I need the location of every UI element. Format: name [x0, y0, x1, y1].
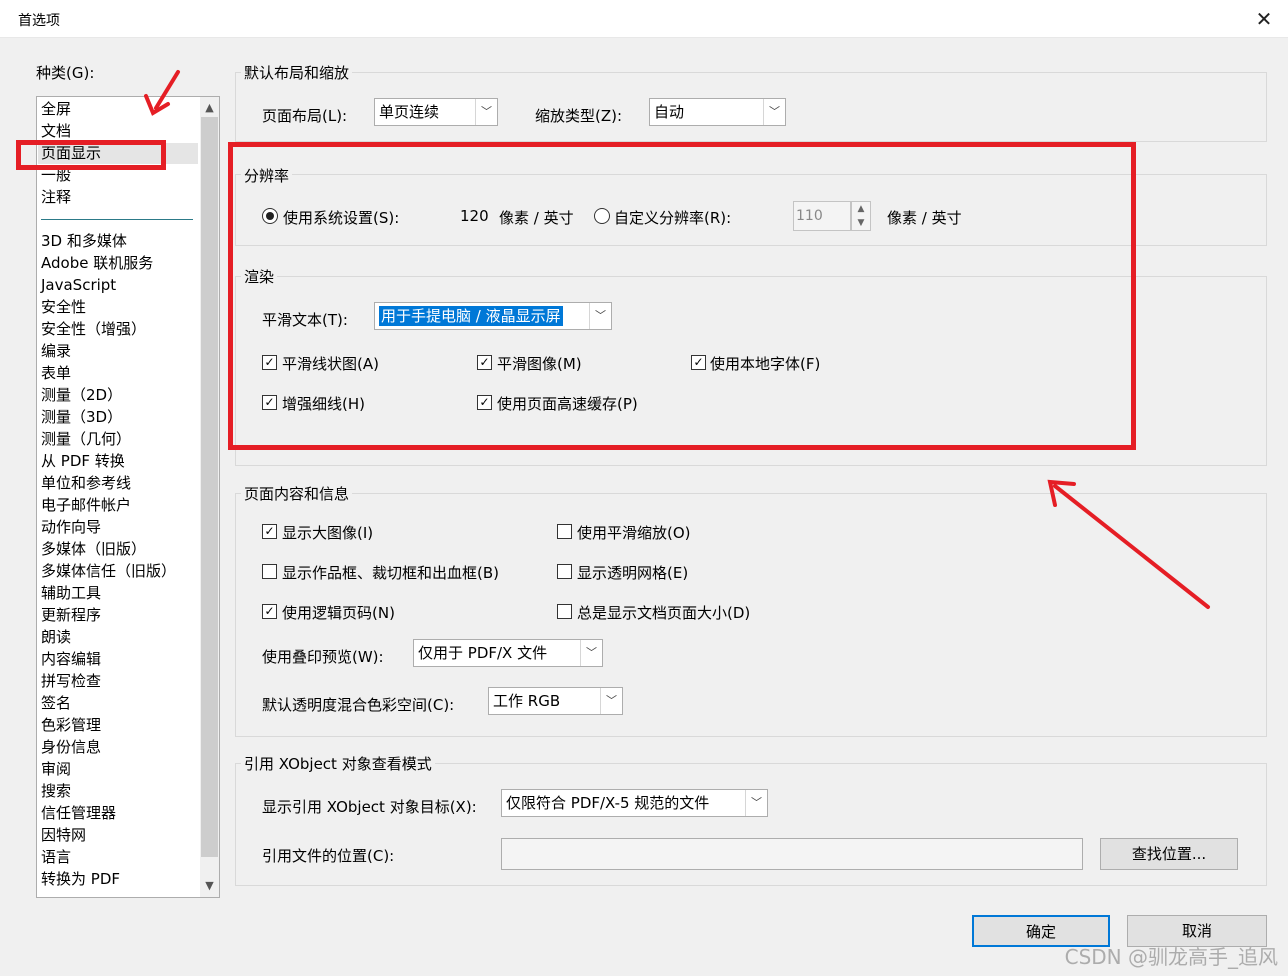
preferences-dialog: 首选项 ✕ 种类(G): 全屏 文档 页面显示 一般 注释 3D 和多媒体 Ad…	[0, 0, 1288, 976]
watermark: CSDN @驯龙高手_追风	[1064, 945, 1278, 969]
arrow-to-settings	[1053, 484, 1210, 609]
annotation-arrows	[144, 70, 1210, 609]
